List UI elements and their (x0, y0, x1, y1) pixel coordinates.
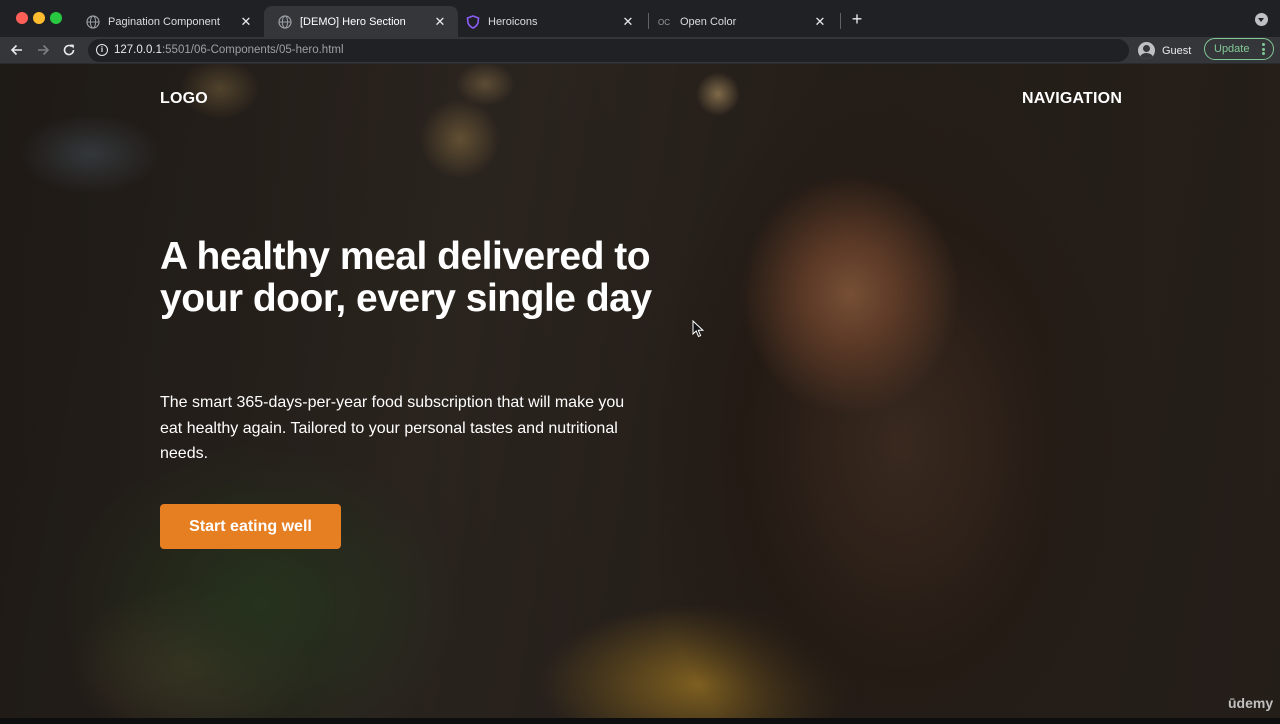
globe-icon (278, 14, 292, 29)
update-label: Update (1214, 43, 1250, 55)
hero-description: The smart 365-days-per-year food subscri… (160, 394, 625, 462)
oc-icon: OC (658, 18, 670, 27)
tab-title: Heroicons (488, 15, 538, 28)
start-eating-well-button[interactable]: Start eating well (160, 504, 341, 549)
tab-demo-hero-section[interactable]: [DEMO] Hero Section ✕ (264, 6, 458, 37)
profile-label: Guest (1162, 44, 1192, 57)
site-info-icon[interactable]: i (96, 44, 108, 56)
window-close-button[interactable] (16, 12, 28, 24)
tab-title: [DEMO] Hero Section (300, 15, 406, 28)
tab-open-color[interactable]: OC Open Color ✕ (644, 6, 838, 37)
reload-icon[interactable] (59, 40, 79, 60)
udemy-watermark: ūdemy (1228, 695, 1274, 711)
shield-icon (466, 14, 480, 29)
window-minimize-button[interactable] (33, 12, 45, 24)
profile-button[interactable]: Guest (1138, 39, 1191, 62)
update-button[interactable]: Update (1204, 38, 1274, 60)
tab-title: Pagination Component (108, 15, 220, 28)
close-icon[interactable]: ✕ (238, 14, 254, 30)
tab-title: Open Color (680, 15, 737, 28)
close-icon[interactable]: ✕ (812, 14, 828, 30)
close-icon[interactable]: ✕ (620, 14, 636, 30)
main-navigation[interactable]: NAVIGATION (1022, 90, 1122, 108)
close-icon[interactable]: ✕ (432, 14, 448, 30)
logo[interactable]: LOGO (160, 90, 208, 108)
url-path: :5501/06-Components/05-hero.html (161, 44, 344, 56)
hero-title: A healthy meal delivered to your door, e… (160, 235, 652, 320)
tab-search-icon[interactable] (1255, 13, 1268, 26)
url-host: 127.0.0.1 (114, 44, 162, 56)
svg-text:OC: OC (658, 18, 670, 27)
tab-pagination-component[interactable]: Pagination Component ✕ (72, 6, 264, 37)
tab-separator (840, 13, 841, 29)
address-bar[interactable]: i 127.0.0.1:5501/06-Components/05-hero.h… (88, 39, 1129, 62)
mouse-cursor-icon (692, 320, 704, 338)
window-zoom-button[interactable] (50, 12, 62, 24)
avatar-icon (1138, 42, 1155, 59)
back-arrow-icon[interactable] (7, 40, 27, 60)
browser-toolbar: i 127.0.0.1:5501/06-Components/05-hero.h… (0, 37, 1280, 64)
forward-arrow-icon[interactable] (33, 40, 53, 60)
new-tab-plus-icon[interactable]: + (848, 10, 866, 28)
window-bottom-edge (0, 718, 1280, 724)
kebab-menu-icon (1262, 43, 1265, 55)
page-viewport: LOGO NAVIGATION A healthy meal delivered… (0, 64, 1280, 718)
tab-strip: Pagination Component ✕ [DEMO] Hero Secti… (0, 0, 1280, 37)
tab-heroicons[interactable]: Heroicons ✕ (452, 6, 646, 37)
url-text: 127.0.0.1:5501/06-Components/05-hero.htm… (114, 39, 344, 62)
globe-icon (86, 14, 100, 29)
